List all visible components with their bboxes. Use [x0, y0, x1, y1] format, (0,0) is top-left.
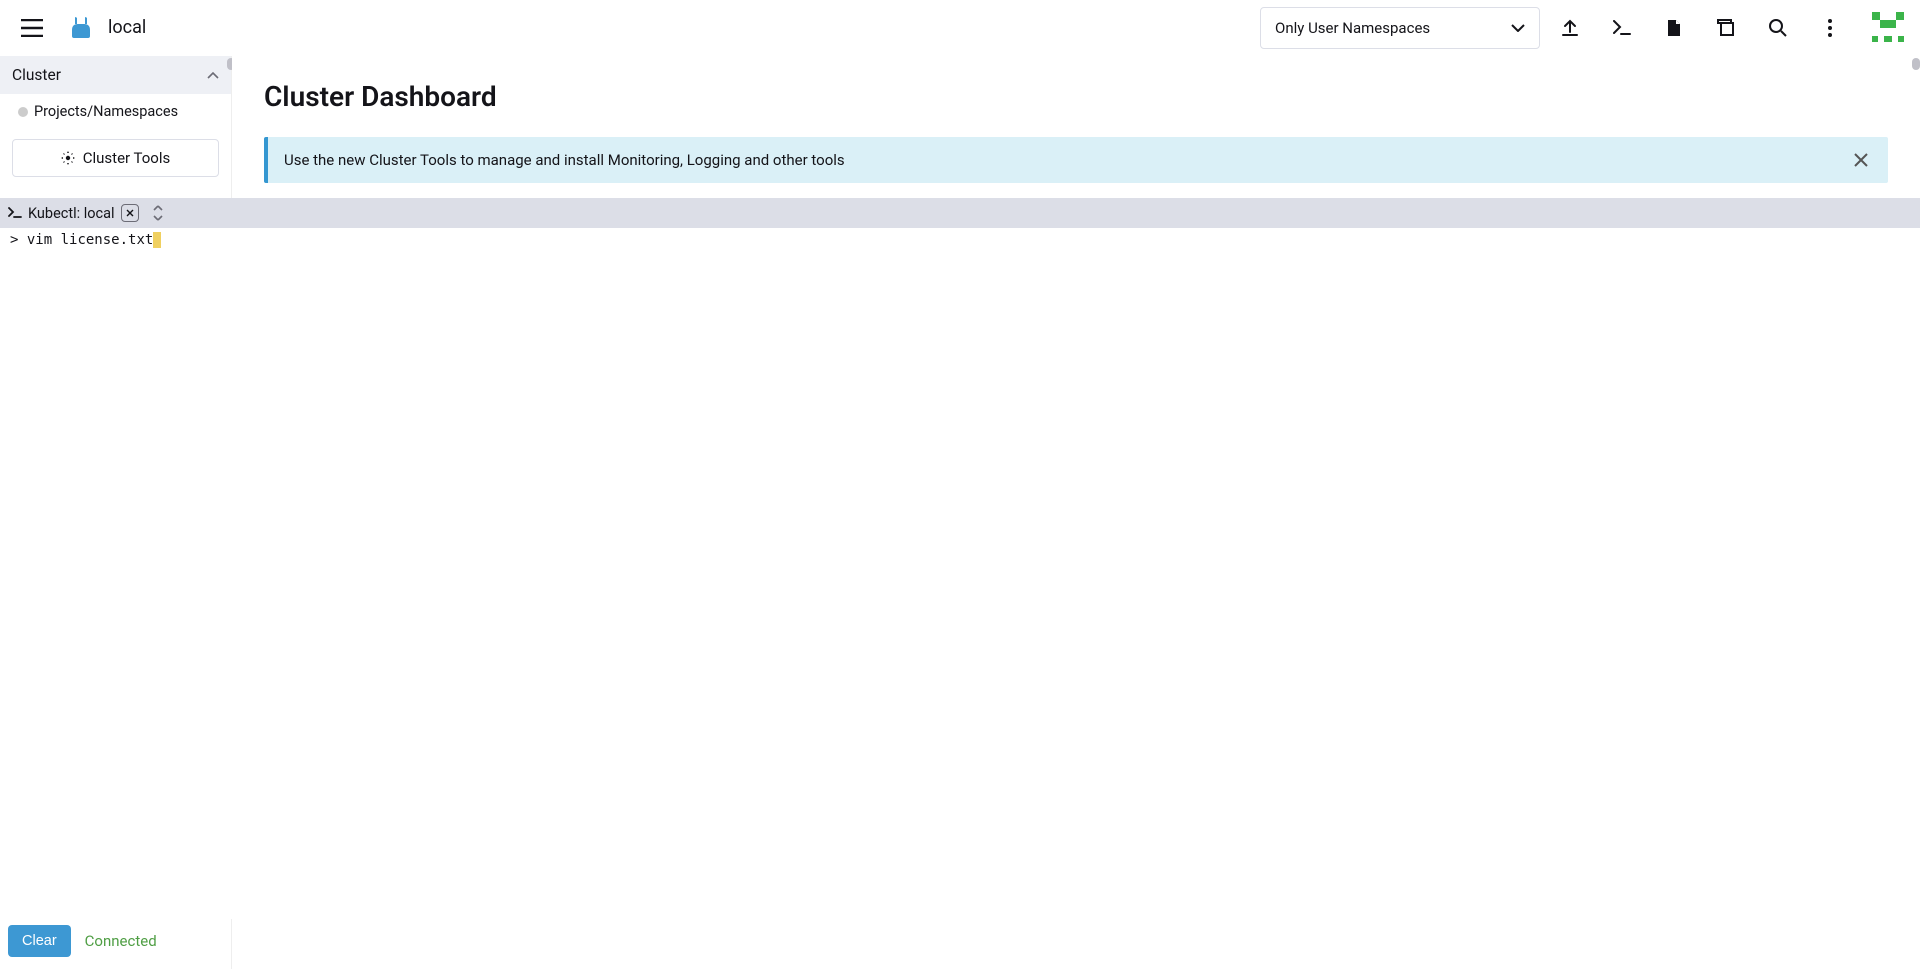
terminal-prompt: >: [10, 232, 18, 248]
hamburger-icon: [21, 19, 43, 37]
page-title: Cluster Dashboard: [264, 80, 1888, 113]
sidebar-item-projects-namespaces[interactable]: Projects/Namespaces: [0, 94, 231, 129]
cluster-name-label[interactable]: local: [108, 17, 146, 38]
copy-config-icon: [1717, 19, 1735, 37]
hamburger-menu-button[interactable]: [12, 8, 52, 48]
copy-kubeconfig-button[interactable]: [1704, 6, 1748, 50]
terminal-cursor: [153, 232, 161, 248]
terminal-bottom-bar: Clear Connected: [8, 923, 1912, 959]
namespace-selector-label: Only User Namespaces: [1275, 19, 1430, 37]
search-button[interactable]: [1756, 6, 1800, 50]
banner-close-button[interactable]: [1850, 149, 1872, 171]
close-icon: [1854, 153, 1868, 167]
terminal-tab[interactable]: Kubectl: local: [8, 204, 139, 222]
top-header: local Only User Namespaces: [0, 0, 1920, 56]
sidebar-item-label: Projects/Namespaces: [34, 103, 178, 120]
search-icon: [1769, 19, 1787, 37]
user-avatar[interactable]: [1868, 8, 1908, 48]
chevron-down-icon: [1511, 24, 1525, 32]
avatar-icon: [1870, 10, 1906, 46]
download-kubeconfig-button[interactable]: [1652, 6, 1696, 50]
kubectl-shell-button[interactable]: [1600, 6, 1644, 50]
terminal-line: > vim license.txt: [10, 232, 1910, 248]
import-yaml-button[interactable]: [1548, 6, 1592, 50]
terminal-command-text: vim license.txt: [27, 232, 153, 248]
resize-vertical-icon: [153, 205, 163, 221]
terminal-tab-bar: Kubectl: local: [0, 198, 1920, 228]
sidebar-group-cluster[interactable]: Cluster: [0, 56, 231, 94]
cluster-tools-label: Cluster Tools: [83, 149, 171, 167]
rancher-logo-icon: [68, 16, 94, 40]
terminal-tab-label: Kubectl: local: [28, 205, 115, 222]
gear-icon: [61, 151, 75, 165]
header-right-tools: Only User Namespaces: [1260, 6, 1908, 50]
close-icon: [126, 209, 134, 217]
connection-status: Connected: [85, 932, 157, 950]
terminal-icon: [1613, 20, 1631, 36]
terminal-body[interactable]: > vim license.txt: [8, 228, 1912, 919]
info-banner: Use the new Cluster Tools to manage and …: [264, 137, 1888, 183]
cluster-tools-button[interactable]: Cluster Tools: [12, 139, 219, 177]
logo-cluster-wrap: local: [68, 16, 146, 40]
file-icon: [1667, 19, 1681, 37]
clear-button[interactable]: Clear: [8, 925, 71, 957]
bullet-icon: [18, 107, 28, 117]
sidebar-group-title: Cluster: [12, 66, 61, 84]
info-banner-text: Use the new Cluster Tools to manage and …: [284, 151, 845, 169]
main-scrollbar-thumb[interactable]: [1912, 58, 1920, 70]
upload-icon: [1561, 19, 1579, 37]
terminal-icon: [8, 207, 22, 219]
terminal-resize-button[interactable]: [153, 205, 163, 221]
kebab-menu-button[interactable]: [1808, 6, 1852, 50]
namespace-selector[interactable]: Only User Namespaces: [1260, 7, 1540, 49]
kebab-icon: [1828, 19, 1832, 37]
chevron-up-icon: [207, 72, 219, 79]
terminal-tab-close-button[interactable]: [121, 204, 139, 222]
